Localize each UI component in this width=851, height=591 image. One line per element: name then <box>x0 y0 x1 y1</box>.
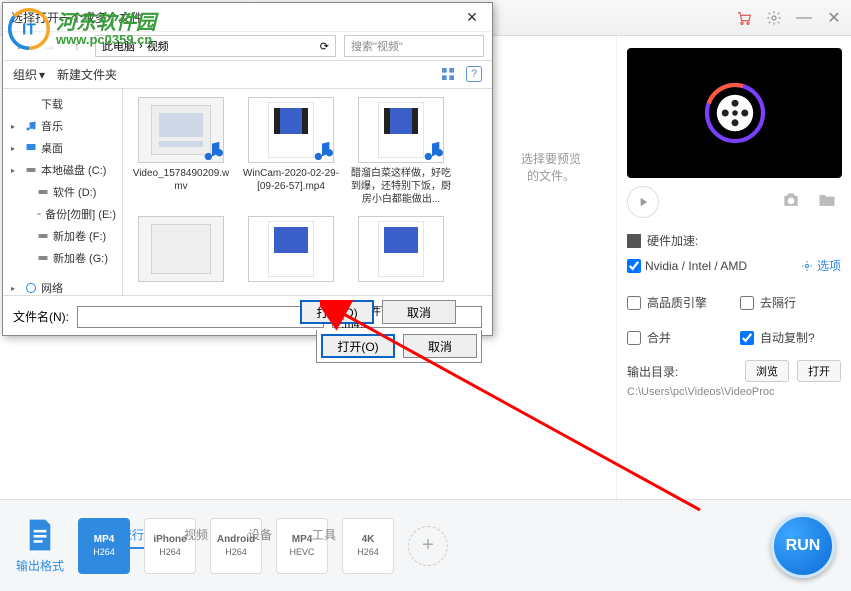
tab-video[interactable]: 视频 <box>184 526 208 549</box>
format-4k[interactable]: 4KH264 <box>342 518 394 574</box>
autocopy-label: 自动复制? <box>760 329 815 346</box>
deint-checkbox[interactable] <box>740 296 754 310</box>
sidebar-localdisk-c[interactable]: ▸本地磁盘 (C:) <box>3 159 122 181</box>
folder-icon[interactable] <box>817 190 841 214</box>
sidebar-music[interactable]: ▸音乐 <box>3 115 122 137</box>
file-list: Video_1578490209.wmv WinCam-2020-02-29-[… <box>123 89 492 295</box>
options-link[interactable]: 选项 <box>801 257 841 274</box>
document-icon <box>24 517 56 553</box>
tab-popular[interactable]: 流行 <box>120 526 144 549</box>
file-item[interactable]: Video_1578490209.wmv <box>131 97 231 206</box>
minimize-icon[interactable]: — <box>795 9 813 27</box>
organize-button[interactable]: 组织 ▾ <box>13 66 45 83</box>
file-item[interactable] <box>131 216 231 282</box>
video-file-icon <box>378 221 424 277</box>
gear-icon[interactable] <box>765 9 783 27</box>
view-icon[interactable] <box>440 66 458 84</box>
file-item[interactable]: 醋溜白菜这样做，好吃到爆，还特别下饭，厨房小白都能做出... <box>351 97 451 206</box>
play-button[interactable] <box>627 186 659 218</box>
sidebar-newvol-g[interactable]: 新加卷 (G:) <box>3 247 122 269</box>
newfolder-button[interactable]: 新建文件夹 <box>57 66 117 83</box>
sidebar-network[interactable]: ▸网络 <box>3 277 122 295</box>
open-button[interactable]: 打开(O) <box>321 334 395 358</box>
file-open-dialog: 选择打开一个或多个文件 ✕ ← → ↑ 此电脑› 视频 ⟳ 搜索"视频" 组织 … <box>2 2 493 336</box>
preview-hint: 选择要预览的文件。 <box>511 150 591 184</box>
dialog-sidebar: 下载 ▸音乐 ▸桌面 ▸本地磁盘 (C:) 软件 (D:) 备份[勿删] (E:… <box>3 89 123 295</box>
run-button[interactable]: RUN <box>771 514 835 578</box>
sidebar-backup-e[interactable]: 备份[勿删] (E:) <box>3 203 122 225</box>
hw-vendors: Nvidia / Intel / AMD <box>645 259 747 273</box>
tab-tool[interactable]: 工具 <box>312 526 336 549</box>
camera-icon[interactable] <box>781 190 805 214</box>
browse-button[interactable]: 浏览 <box>745 360 789 382</box>
svg-text:IT: IT <box>22 21 36 38</box>
add-format-button[interactable]: + <box>408 526 448 566</box>
open-output-button[interactable]: 打开 <box>797 360 841 382</box>
autocopy-checkbox[interactable] <box>740 331 754 345</box>
video-thumb-icon <box>151 224 211 274</box>
watermark-title: 河东软件园 <box>56 13 156 33</box>
category-tabs: 流行 视频 设备 工具 <box>120 520 336 555</box>
sidebar-downloads[interactable]: 下载 <box>3 93 122 115</box>
hq-label: 高品质引擎 <box>647 294 707 311</box>
cancel-button[interactable]: 取消 <box>382 300 456 324</box>
hq-checkbox[interactable] <box>627 296 641 310</box>
app-logo-icon <box>700 78 770 148</box>
hw-label: 硬件加速: <box>647 232 698 249</box>
tab-device[interactable]: 设备 <box>248 526 272 549</box>
file-item[interactable]: WinCam-2020-02-29-[09-26-57].mp4 <box>241 97 341 206</box>
output-path: C:\Users\pc\Videos\VideoProc <box>627 386 841 398</box>
cancel-button[interactable]: 取消 <box>403 334 477 358</box>
watermark-url: www.pc0359.cn <box>56 33 156 46</box>
open-button[interactable]: 打开(O) <box>300 300 374 324</box>
file-item[interactable] <box>351 216 451 282</box>
right-panel: 选择要预览的文件。 硬件加速: Nvidia / Intel / AMD 选项 … <box>616 36 851 499</box>
sidebar-desktop[interactable]: ▸桌面 <box>3 137 122 159</box>
output-label: 输出目录: <box>627 363 678 380</box>
sidebar-newvol-f[interactable]: 新加卷 (F:) <box>3 225 122 247</box>
search-input[interactable]: 搜索"视频" <box>344 35 484 57</box>
close-icon[interactable]: ✕ <box>825 9 843 27</box>
output-format-label: 输出格式 <box>16 517 64 574</box>
filename-label: 文件名(N): <box>13 308 69 325</box>
watermark-logo: IT 河东软件园 www.pc0359.cn <box>8 8 156 50</box>
help-icon[interactable]: ? <box>466 66 482 82</box>
video-file-icon <box>378 102 424 158</box>
video-file-icon <box>268 102 314 158</box>
music-note-icon <box>201 140 223 162</box>
site-logo-icon: IT <box>8 8 50 50</box>
chip-icon <box>627 234 641 248</box>
sidebar-software-d[interactable]: 软件 (D:) <box>3 181 122 203</box>
hw-vendor-checkbox[interactable] <box>627 259 641 273</box>
deint-label: 去隔行 <box>760 294 796 311</box>
merge-label: 合并 <box>647 329 671 346</box>
music-note-icon <box>421 140 443 162</box>
cart-icon[interactable] <box>735 9 753 27</box>
video-preview <box>627 48 842 178</box>
video-file-icon <box>268 221 314 277</box>
filename-input[interactable] <box>77 306 324 328</box>
file-item[interactable] <box>241 216 341 282</box>
dialog-close-icon[interactable]: ✕ <box>460 7 484 27</box>
music-note-icon <box>311 140 333 162</box>
merge-checkbox[interactable] <box>627 331 641 345</box>
